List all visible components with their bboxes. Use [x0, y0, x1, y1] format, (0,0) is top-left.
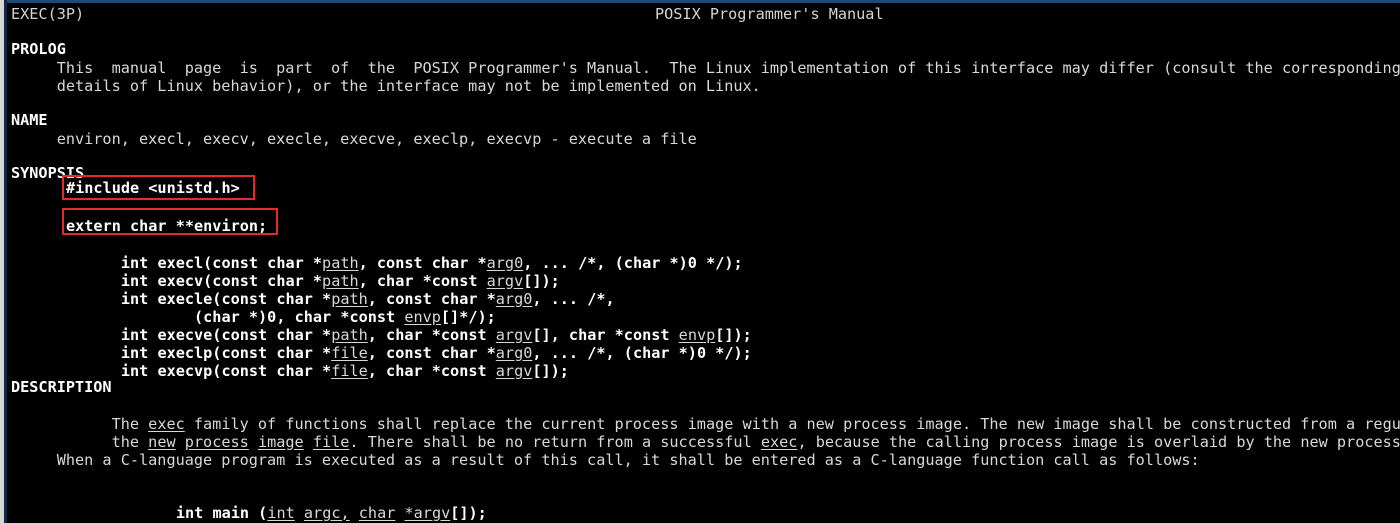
desc-p1-l2-exec: exec	[760, 432, 798, 451]
code-main-sp3	[395, 504, 404, 522]
desc-p1-l2-file: file	[312, 432, 350, 451]
section-heading-prolog: PROLOG	[11, 40, 66, 58]
code-main-argc: argc,	[303, 503, 350, 522]
section-heading-name: NAME	[11, 111, 48, 129]
desc-p1-l2-process: process	[184, 432, 249, 451]
code-main-int: int	[267, 503, 295, 522]
desc-p1-l2-new: new	[148, 432, 176, 451]
description-para2: When a C-language program is executed as…	[11, 451, 1200, 469]
code-main-argv: *argv	[404, 503, 451, 522]
man-page-content: EXEC(3P) POSIX Programmer's Manual PROLO…	[7, 0, 1400, 523]
desc-p1-l2-mid: . There shall be no return from a succes…	[349, 432, 761, 451]
terminal-window: EXEC(3P) POSIX Programmer's Manual PROLO…	[0, 0, 1400, 523]
proto-execle-arg-arg0: arg0	[495, 289, 533, 308]
proto-execvp-arg-argv: argv	[495, 361, 533, 380]
proto-execvp-arg-file: file	[331, 361, 368, 380]
desc-p1-l2-pre: the	[65, 432, 149, 451]
man-header-center: POSIX Programmer's Manual	[655, 5, 884, 23]
description-code-main: int main (int argc, char *argv[]);	[121, 487, 487, 523]
desc-p1-l2-sp2	[249, 433, 258, 451]
name-line-1: environ, execl, execv, execle, execve, e…	[11, 130, 697, 148]
prolog-line-1: This manual page is part of the POSIX Pr…	[11, 59, 1400, 77]
desc-p1-l2-sp3	[304, 433, 313, 451]
man-header-left: EXEC(3P)	[11, 5, 85, 23]
synopsis-environ-line: extern char **environ;	[66, 217, 268, 235]
proto-execvp-mid: , char *const	[367, 361, 496, 380]
prolog-line-2: details of Linux behavior), or the inter…	[11, 77, 761, 95]
code-main-sp1	[295, 504, 304, 522]
code-main-pre: int main (	[175, 503, 268, 522]
desc-p1-l2-image: image	[257, 432, 304, 451]
code-main-post: []);	[450, 503, 487, 522]
proto-execvp-pre: int execvp(const char *	[120, 361, 332, 380]
desc-p1-l2-sp1	[176, 433, 185, 451]
synopsis-include-line: #include <unistd.h>	[66, 179, 240, 197]
proto-execle-post: , ... /*,	[532, 289, 615, 308]
synopsis-proto-execvp: int execvp(const char *file, char *const…	[66, 345, 569, 398]
proto-execvp-post: []);	[532, 361, 569, 380]
code-main-char: char	[358, 503, 396, 522]
code-main-sp2	[350, 504, 359, 522]
section-heading-description: DESCRIPTION	[11, 378, 112, 396]
desc-p1-l2-post: , because the calling process image is o…	[797, 432, 1400, 451]
